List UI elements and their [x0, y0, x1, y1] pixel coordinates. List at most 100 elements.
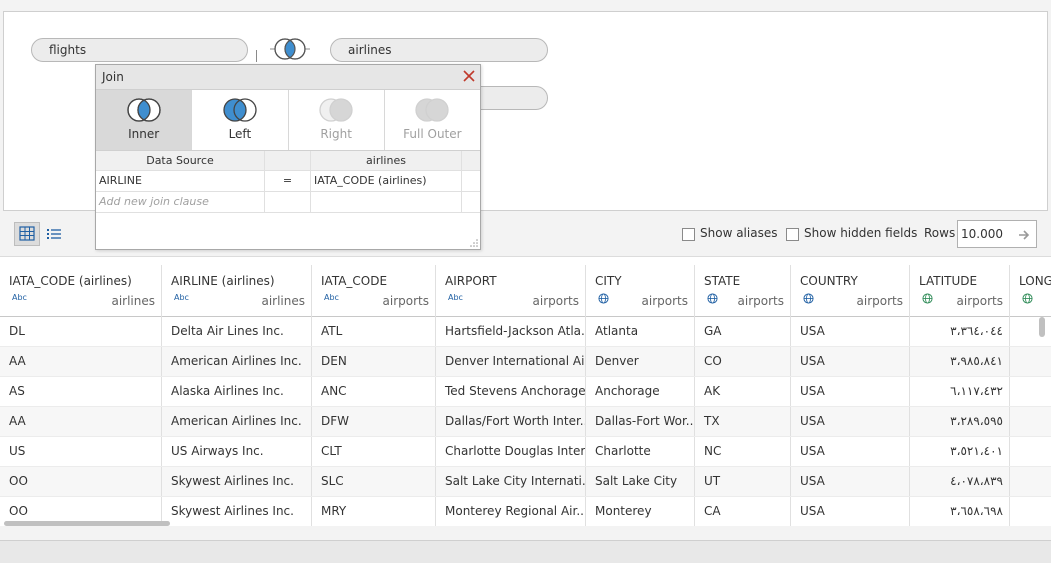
join-clause-right-field[interactable]: IATA_CODE (airlines) [311, 171, 462, 191]
join-type-full-outer[interactable]: Full Outer [385, 90, 480, 150]
table-cell[interactable]: USA [791, 407, 910, 436]
table-cell[interactable]: NC [695, 437, 791, 466]
table-cell[interactable]: American Airlines Inc. [162, 407, 312, 436]
column-header[interactable]: CITY airports [586, 265, 695, 317]
table-cell[interactable]: ٦،١١٧،٤٣٢ [910, 377, 1010, 406]
table-cell[interactable] [1010, 497, 1051, 526]
table-cell[interactable]: USA [791, 467, 910, 496]
join-connector-icon[interactable] [270, 34, 310, 64]
table-cell[interactable]: USA [791, 377, 910, 406]
table-cell[interactable]: USA [791, 317, 910, 346]
table-cell[interactable] [1010, 407, 1051, 436]
table-cell[interactable]: ٣،٣٦٤،٠٤٤ [910, 317, 1010, 346]
table-row[interactable]: AA American Airlines Inc. DFW Dallas/Fort W… [0, 407, 1051, 437]
column-header[interactable]: AIRLINE (airlines) Abc airlines [162, 265, 312, 317]
table-row[interactable]: US US Airways Inc. CLT Charlotte Douglas In… [0, 437, 1051, 467]
table-cell[interactable]: Alaska Airlines Inc. [162, 377, 312, 406]
table-row[interactable]: AS Alaska Airlines Inc. ANC Ted Stevens Anc… [0, 377, 1051, 407]
string-type-icon[interactable]: Abc [12, 293, 27, 302]
table-cell[interactable]: ٣،٦٥٨،٦٩٨ [910, 497, 1010, 526]
string-type-icon[interactable]: Abc [174, 293, 189, 302]
table-row[interactable]: OO Skywest Airlines Inc. SLC Salt Lake City… [0, 467, 1051, 497]
table-cell[interactable]: Atlanta [586, 317, 695, 346]
table-cell[interactable]: US Airways Inc. [162, 437, 312, 466]
table-cell[interactable]: Delta Air Lines Inc. [162, 317, 312, 346]
table-cell[interactable]: ٣،٥٢١،٤٠١ [910, 437, 1010, 466]
table-cell[interactable]: GA [695, 317, 791, 346]
table-cell[interactable]: Skywest Airlines Inc. [162, 467, 312, 496]
show-aliases-checkbox[interactable] [682, 228, 695, 241]
table-cell[interactable]: USA [791, 347, 910, 376]
string-type-icon[interactable]: Abc [448, 293, 463, 302]
table-cell[interactable]: DL [0, 317, 162, 346]
table-cell[interactable]: US [0, 437, 162, 466]
table-cell[interactable] [1010, 377, 1051, 406]
table-cell[interactable]: Ted Stevens Anchorage... [436, 377, 586, 406]
table-cell[interactable]: DEN [312, 347, 436, 376]
table-cell[interactable]: Charlotte Douglas Inter... [436, 437, 586, 466]
column-header[interactable]: IATA_CODE Abc airports [312, 265, 436, 317]
column-header[interactable]: LATITUDE airports [910, 265, 1010, 317]
close-icon[interactable] [461, 68, 477, 84]
list-view-button[interactable] [41, 222, 67, 246]
table-cell[interactable]: Denver [586, 347, 695, 376]
table-cell[interactable]: AA [0, 407, 162, 436]
string-type-icon[interactable]: Abc [324, 293, 339, 302]
table-cell[interactable]: ٤،٠٧٨،٨٣٩ [910, 467, 1010, 496]
geographic-type-icon[interactable] [707, 293, 718, 306]
table-cell[interactable]: DFW [312, 407, 436, 436]
table-cell[interactable]: Charlotte [586, 437, 695, 466]
arrow-right-icon[interactable] [1018, 229, 1032, 241]
table-cell[interactable]: Skywest Airlines Inc. [162, 497, 312, 526]
table-row[interactable]: AA American Airlines Inc. DEN Denver Intern… [0, 347, 1051, 377]
table-cell[interactable]: CO [695, 347, 791, 376]
table-cell[interactable]: Denver International Ai... [436, 347, 586, 376]
geographic-type-icon[interactable] [803, 293, 814, 306]
table-cell[interactable]: OO [0, 467, 162, 496]
column-header[interactable]: LONG [1010, 265, 1051, 317]
column-header[interactable]: AIRPORT Abc airports [436, 265, 586, 317]
add-join-clause-row[interactable]: Add new join clause [96, 192, 480, 213]
table-cell[interactable]: American Airlines Inc. [162, 347, 312, 376]
table-cell[interactable]: UT [695, 467, 791, 496]
vertical-scrollbar[interactable] [1039, 317, 1045, 337]
join-clause-left-field[interactable]: AIRLINE [96, 171, 265, 191]
table-pill-flights[interactable]: flights [31, 38, 248, 62]
column-header[interactable]: STATE airports [695, 265, 791, 317]
table-cell[interactable]: Monterey [586, 497, 695, 526]
table-cell[interactable]: Salt Lake City Internati... [436, 467, 586, 496]
join-type-right[interactable]: Right [289, 90, 385, 150]
add-join-clause-input[interactable]: Add new join clause [96, 192, 265, 212]
table-cell[interactable]: CLT [312, 437, 436, 466]
table-row[interactable]: DL Delta Air Lines Inc. ATL Hartsfield-Jack… [0, 317, 1051, 347]
join-type-inner[interactable]: Inner [96, 90, 193, 150]
table-cell[interactable]: ANC [312, 377, 436, 406]
geographic-type-icon[interactable] [1022, 293, 1033, 306]
table-cell[interactable]: AK [695, 377, 791, 406]
table-cell[interactable]: CA [695, 497, 791, 526]
table-cell[interactable]: Hartsfield-Jackson Atla... [436, 317, 586, 346]
geographic-type-icon[interactable] [922, 293, 933, 306]
table-cell[interactable]: ATL [312, 317, 436, 346]
table-cell[interactable]: ٣،٢٨٩،٥٩٥ [910, 407, 1010, 436]
join-clause-operator[interactable]: = [265, 171, 311, 191]
rows-input[interactable]: 10.000 [957, 220, 1037, 248]
table-cell[interactable]: AA [0, 347, 162, 376]
table-cell[interactable]: MRY [312, 497, 436, 526]
table-cell[interactable]: Anchorage [586, 377, 695, 406]
join-clause-row[interactable]: AIRLINE = IATA_CODE (airlines) [96, 171, 480, 192]
table-cell[interactable] [1010, 467, 1051, 496]
grid-view-button[interactable] [14, 222, 40, 246]
column-header[interactable]: COUNTRY airports [791, 265, 910, 317]
table-cell[interactable] [1010, 437, 1051, 466]
table-cell[interactable]: SLC [312, 467, 436, 496]
table-cell[interactable]: USA [791, 497, 910, 526]
horizontal-scrollbar[interactable] [4, 521, 170, 526]
join-type-left[interactable]: Left [192, 90, 289, 150]
table-cell[interactable]: USA [791, 437, 910, 466]
table-pill-airlines[interactable]: airlines [330, 38, 548, 62]
table-cell[interactable] [1010, 347, 1051, 376]
table-cell[interactable]: AS [0, 377, 162, 406]
table-cell[interactable]: ٣،٩٨٥،٨٤١ [910, 347, 1010, 376]
geographic-type-icon[interactable] [598, 293, 609, 306]
